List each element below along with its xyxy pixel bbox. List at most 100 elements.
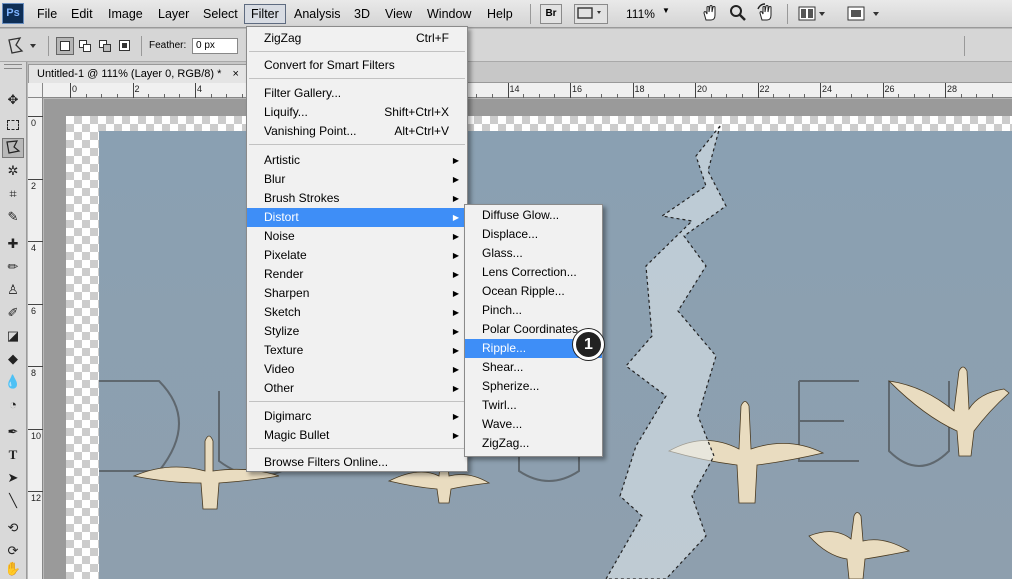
eraser-tool-icon[interactable]: ◪: [2, 326, 24, 346]
menu-item-artistic[interactable]: Artistic ▶: [247, 151, 467, 170]
menu-item-digimarc[interactable]: Digimarc ▶: [247, 407, 467, 426]
menu-3d[interactable]: 3D: [348, 4, 376, 24]
rotate-view-icon[interactable]: [756, 3, 776, 26]
menu-item-video[interactable]: Video ▶: [247, 360, 467, 379]
menu-item-noise[interactable]: Noise ▶: [247, 227, 467, 246]
polygonal-lasso-preset-icon[interactable]: [6, 36, 40, 59]
menu-item-filter-gallery[interactable]: Filter Gallery...: [247, 84, 467, 103]
screen-mode-icon[interactable]: [846, 5, 882, 26]
bridge-button[interactable]: Br: [540, 4, 562, 24]
ruler-h-minor-tick: [148, 94, 150, 98]
menu-edit[interactable]: Edit: [65, 4, 99, 24]
menu-file[interactable]: File: [31, 4, 63, 24]
subtract-selection-button[interactable]: [96, 37, 114, 55]
healing-brush-tool-icon[interactable]: ✚: [2, 234, 24, 254]
ruler-h-number: 18: [634, 84, 645, 94]
path-selection-tool-icon[interactable]: ➤: [2, 468, 24, 488]
ruler-origin[interactable]: [28, 83, 43, 98]
lasso-tool-icon[interactable]: [2, 138, 24, 158]
submenu-item-lens-correction[interactable]: Lens Correction...: [465, 263, 602, 282]
ruler-h-minor-tick: [585, 94, 587, 98]
menu-item-zigzag-last[interactable]: ZigZag Ctrl+F: [247, 29, 467, 48]
menu-window[interactable]: Window: [421, 4, 477, 24]
ruler-h-number: 28: [947, 84, 958, 94]
brush-tool-icon[interactable]: ✏: [2, 257, 24, 277]
paint-bucket-tool-icon[interactable]: ◆: [2, 349, 24, 369]
ruler-v-number: 0: [31, 118, 37, 128]
zoom-dropdown-icon[interactable]: ▼: [662, 6, 670, 15]
ruler-v-tick: [28, 491, 43, 492]
horizontal-ruler[interactable]: 0246810121416182022242628: [43, 83, 1012, 98]
menu-item-stylize[interactable]: Stylize ▶: [247, 322, 467, 341]
hand-tool-small-icon[interactable]: ✋: [2, 559, 24, 579]
mini-bridge-button[interactable]: [574, 4, 608, 24]
feather-input[interactable]: 0 px: [192, 38, 238, 54]
ruler-h-minor-tick: [976, 94, 978, 98]
menu-select[interactable]: Select: [197, 4, 244, 24]
marquee-tool-icon[interactable]: [2, 115, 24, 135]
ruler-h-minor-tick: [835, 94, 837, 98]
move-tool-icon[interactable]: ✥: [2, 90, 24, 110]
pen-tool-icon[interactable]: ✒: [2, 422, 24, 442]
close-tab-icon[interactable]: ×: [232, 68, 238, 80]
ruler-h-minor-tick: [710, 94, 712, 98]
menu-item-magic-bullet[interactable]: Magic Bullet ▶: [247, 426, 467, 445]
line-tool-icon[interactable]: ╲: [2, 491, 24, 511]
submenu-item-zigzag[interactable]: ZigZag...: [465, 434, 602, 453]
menu-bar: Ps File Edit Image Layer Select Filter A…: [0, 0, 1012, 28]
menu-item-texture[interactable]: Texture ▶: [247, 341, 467, 360]
crop-tool-icon[interactable]: ⌗: [2, 184, 24, 204]
menu-item-pixelate[interactable]: Pixelate ▶: [247, 246, 467, 265]
submenu-item-diffuse-glow[interactable]: Diffuse Glow...: [465, 206, 602, 225]
submenu-item-wave[interactable]: Wave...: [465, 415, 602, 434]
submenu-item-pinch[interactable]: Pinch...: [465, 301, 602, 320]
ruler-v-tick: [28, 303, 43, 305]
menu-item-sharpen[interactable]: Sharpen ▶: [247, 284, 467, 303]
menu-layer[interactable]: Layer: [152, 4, 195, 24]
hand-tool-icon[interactable]: [700, 3, 720, 26]
submenu-arrow-icon: ▶: [452, 251, 459, 260]
submenu-arrow-icon: ▶: [452, 346, 459, 355]
zoom-tool-icon[interactable]: [728, 3, 748, 26]
menu-help[interactable]: Help: [481, 4, 519, 24]
submenu-item-spherize[interactable]: Spherize...: [465, 377, 602, 396]
menu-item-liquify[interactable]: Liquify... Shift+Ctrl+X: [247, 103, 467, 122]
submenu-item-ocean-ripple[interactable]: Ocean Ripple...: [465, 282, 602, 301]
menu-item-convert-smart-filters[interactable]: Convert for Smart Filters: [247, 56, 467, 75]
menu-item-vanishing-point[interactable]: Vanishing Point... Alt+Ctrl+V: [247, 122, 467, 141]
submenu-item-displace[interactable]: Displace...: [465, 225, 602, 244]
menu-analysis[interactable]: Analysis: [288, 4, 347, 24]
3d-orbit-tool-icon[interactable]: ⟳: [2, 541, 24, 561]
intersect-selection-button[interactable]: [116, 37, 134, 55]
menu-item-brush-strokes[interactable]: Brush Strokes ▶: [247, 189, 467, 208]
menu-item-sketch[interactable]: Sketch ▶: [247, 303, 467, 322]
menu-item-blur[interactable]: Blur ▶: [247, 170, 467, 189]
zoom-level[interactable]: 111%: [626, 4, 655, 24]
magic-wand-tool-icon[interactable]: ✲: [2, 161, 24, 181]
submenu-item-twirl[interactable]: Twirl...: [465, 396, 602, 415]
vertical-ruler[interactable]: 0 2 4 6 8 10 12: [28, 98, 43, 579]
arrange-documents-icon[interactable]: [798, 5, 828, 26]
menu-item-distort[interactable]: Distort ▶: [247, 208, 467, 227]
eyedropper-tool-icon[interactable]: ✎: [2, 207, 24, 227]
history-brush-tool-icon[interactable]: ✐: [2, 303, 24, 323]
submenu-item-glass[interactable]: Glass...: [465, 244, 602, 263]
dodge-tool-icon[interactable]: ◔: [2, 395, 24, 415]
menu-filter[interactable]: Filter: [244, 4, 286, 24]
menu-item-browse-filters-online[interactable]: Browse Filters Online...: [247, 453, 467, 472]
ruler-h-minor-tick: [663, 94, 665, 98]
menu-item-render[interactable]: Render ▶: [247, 265, 467, 284]
menu-view[interactable]: View: [379, 4, 418, 24]
menu-item-other[interactable]: Other ▶: [247, 379, 467, 398]
type-tool-icon[interactable]: T: [2, 445, 24, 465]
blur-tool-icon[interactable]: 💧: [2, 372, 24, 392]
menu-image[interactable]: Image: [102, 4, 149, 24]
submenu-item-shear[interactable]: Shear...: [465, 358, 602, 377]
ruler-h-minor-tick: [929, 94, 931, 98]
ruler-v-tick: [28, 178, 43, 180]
3d-rotate-tool-icon[interactable]: ⟲: [2, 518, 24, 538]
document-tab[interactable]: Untitled-1 @ 111% (Layer 0, RGB/8) * ×: [28, 64, 248, 83]
clone-stamp-tool-icon[interactable]: ♙: [2, 280, 24, 300]
new-selection-button[interactable]: [56, 37, 74, 55]
add-selection-button[interactable]: [76, 37, 94, 55]
